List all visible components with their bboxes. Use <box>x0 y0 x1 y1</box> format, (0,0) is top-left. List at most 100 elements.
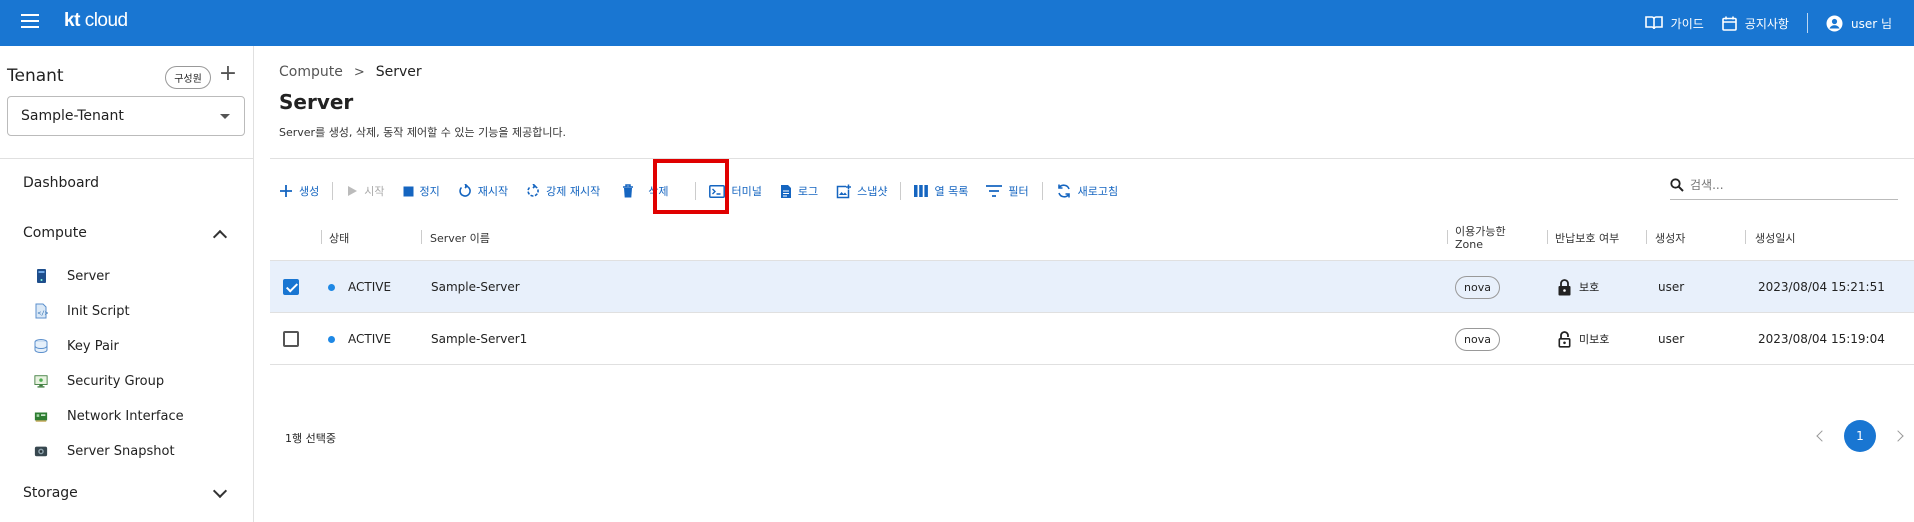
menu-icon[interactable] <box>21 14 39 28</box>
sidebar-item-network-interface[interactable]: Network Interface <box>34 405 184 427</box>
create-button[interactable]: 생성 <box>270 176 328 206</box>
search-box[interactable] <box>1670 170 1898 200</box>
sidebar-item-init-script[interactable]: </> Init Script <box>34 300 130 322</box>
sidebar-item-dashboard[interactable]: Dashboard <box>23 175 99 191</box>
column-header-name[interactable]: Server 이름 <box>430 214 490 261</box>
breadcrumb-separator-icon: > <box>353 64 365 80</box>
sidebar-item-label: Server <box>67 268 110 284</box>
toolbar-divider <box>900 182 902 200</box>
status-text: ACTIVE <box>348 280 392 294</box>
column-header-protect[interactable]: 반납보호 여부 <box>1555 214 1619 261</box>
tenant-select[interactable]: Sample-Tenant <box>7 96 245 136</box>
lock-closed-icon <box>1558 278 1571 295</box>
restart-button[interactable]: 재시작 <box>449 176 517 206</box>
status-text: ACTIVE <box>348 332 392 346</box>
add-photo-icon <box>836 184 852 198</box>
status-dot-icon <box>328 335 335 343</box>
chevron-up-icon[interactable] <box>212 229 228 245</box>
server-table: 상태 Server 이름 이용가능한 Zone 반납보호 여부 생성자 생성일시… <box>270 214 1914 365</box>
breadcrumb-compute[interactable]: Compute <box>279 64 343 80</box>
document-icon <box>780 184 791 198</box>
toolbar-divider <box>1041 182 1043 200</box>
column-header-status[interactable]: 상태 <box>329 214 349 261</box>
sidebar-item-key-pair[interactable]: Key Pair <box>34 335 119 357</box>
trash-icon <box>623 184 634 198</box>
created-date: 2023/08/04 15:21:51 <box>1758 280 1885 294</box>
column-header-creator[interactable]: 생성자 <box>1655 214 1685 261</box>
create-label: 생성 <box>299 185 320 198</box>
column-divider <box>1447 230 1448 244</box>
stop-button[interactable]: 정지 <box>394 176 449 206</box>
refresh-button[interactable]: 새로고침 <box>1047 176 1127 206</box>
sidebar-group-compute[interactable]: Compute <box>23 225 87 241</box>
sidebar-item-label: Security Group <box>67 373 165 389</box>
script-icon: </> <box>35 303 49 319</box>
user-label: user 님 <box>1850 16 1892 31</box>
top-right-links: 가이드 공지사항 user 님 <box>1627 0 1892 46</box>
row-checkbox[interactable] <box>283 331 299 347</box>
table-row[interactable]: ACTIVE Sample-Server1 nova 미보호 user 2023… <box>270 313 1914 365</box>
created-date: 2023/08/04 15:19:04 <box>1758 332 1885 346</box>
refresh-label: 새로고침 <box>1077 185 1119 198</box>
table-row[interactable]: ACTIVE Sample-Server nova 보호 user 2023/0… <box>270 261 1914 313</box>
snapshot-button[interactable]: 스냅샷 <box>827 176 896 206</box>
next-page-icon[interactable] <box>1892 430 1904 442</box>
chevron-down-icon[interactable] <box>212 483 228 499</box>
prev-page-icon[interactable] <box>1816 430 1828 442</box>
force-restart-icon <box>527 184 539 197</box>
force-restart-button[interactable]: 강제 재시작 <box>517 176 609 206</box>
sidebar-group-storage[interactable]: Storage <box>23 485 78 501</box>
logo-kt-text: kt <box>64 10 80 31</box>
sidebar-item-label: Server Snapshot <box>67 443 175 459</box>
column-divider <box>1646 230 1647 244</box>
snapshot-label: 스냅샷 <box>857 185 888 198</box>
play-icon <box>348 186 358 196</box>
column-header-zone[interactable]: 이용가능한 Zone <box>1455 214 1506 261</box>
status-dot-icon <box>328 283 335 291</box>
status-cell: ACTIVE <box>328 313 391 365</box>
plus-icon <box>280 185 292 197</box>
notice-link[interactable]: 공지사항 <box>1721 15 1789 32</box>
account-circle-icon <box>1826 15 1843 31</box>
sidebar-item-server[interactable]: Server <box>34 265 110 287</box>
guide-link[interactable]: 가이드 <box>1644 15 1704 32</box>
member-button[interactable]: 구성원 <box>165 66 211 89</box>
table-header: 상태 Server 이름 이용가능한 Zone 반납보호 여부 생성자 생성일시 <box>270 214 1914 261</box>
protect-text: 미보호 <box>1579 333 1610 346</box>
start-label: 시작 <box>364 185 385 198</box>
start-button[interactable]: 시작 <box>337 176 393 206</box>
tenant-title: Tenant <box>7 66 64 86</box>
column-divider <box>321 230 322 244</box>
sidebar-item-security-group[interactable]: Security Group <box>34 370 164 392</box>
sidebar-item-server-snapshot[interactable]: Server Snapshot <box>34 440 175 462</box>
table-footer: 1행 선택중 1 <box>270 412 1914 462</box>
stop-label: 정지 <box>419 185 440 198</box>
zone-header-line1: 이용가능한 <box>1455 224 1506 238</box>
stop-icon <box>403 186 413 196</box>
page-number-button[interactable]: 1 <box>1844 420 1876 452</box>
selected-count: 1행 선택중 <box>285 432 336 445</box>
filter-icon <box>986 185 1003 197</box>
force-restart-label: 강제 재시작 <box>546 185 601 198</box>
toolbar-divider <box>332 182 334 200</box>
search-input[interactable] <box>1690 177 1880 192</box>
columns-button[interactable]: 열 목록 <box>905 176 977 206</box>
sidebar-item-label: Init Script <box>67 303 130 319</box>
delete-highlight-box <box>653 159 729 214</box>
creator-text: user <box>1658 280 1685 294</box>
header-divider <box>270 158 1914 159</box>
filter-button[interactable]: 필터 <box>977 176 1037 206</box>
tenant-select-value: Sample-Tenant <box>21 108 124 124</box>
zone-chip: nova <box>1455 327 1500 351</box>
kt-cloud-logo[interactable]: kt cloud <box>64 10 128 32</box>
columns-label: 열 목록 <box>934 185 969 198</box>
server-icon <box>37 269 46 283</box>
row-checkbox[interactable] <box>283 279 299 295</box>
column-header-created[interactable]: 생성일시 <box>1755 214 1795 261</box>
restart-icon <box>459 184 471 197</box>
breadcrumb-server: Server <box>375 64 422 80</box>
add-tenant-icon[interactable]: + <box>218 63 238 85</box>
svg-text:</>: </> <box>38 310 49 317</box>
user-menu[interactable]: user 님 <box>1826 15 1892 32</box>
log-button[interactable]: 로그 <box>771 176 827 206</box>
